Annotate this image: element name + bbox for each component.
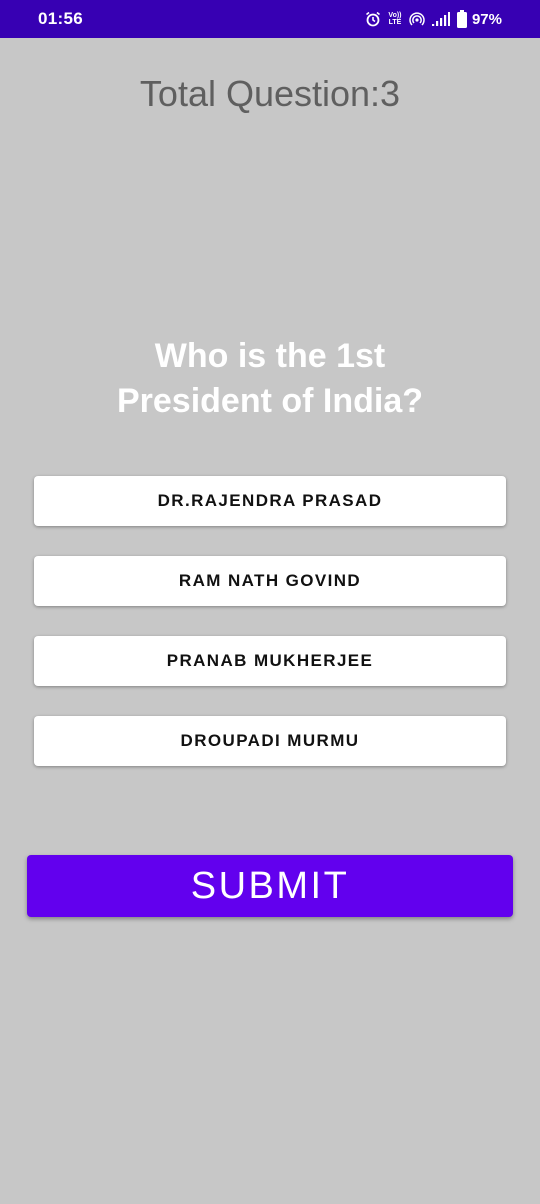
alarm-icon (365, 11, 381, 27)
total-question-label: Total Question:3 (139, 73, 401, 114)
question-line-2: President of India? (116, 382, 424, 420)
volte-bottom-label: LTE (388, 19, 402, 26)
option-label-1: DR.RAJENDRA PRASAD (157, 491, 383, 510)
option-button-3[interactable]: PRANAB MUKHERJEE (34, 636, 506, 686)
signal-icon (431, 12, 450, 26)
option-button-2[interactable]: RAM NATH GOVIND (34, 556, 506, 606)
submit-label: SUBMIT (190, 864, 350, 907)
question-text: Who is the 1st President of India? (70, 334, 470, 424)
option-label-3: PRANAB MUKHERJEE (166, 651, 374, 670)
submit-button[interactable]: SUBMIT (27, 855, 513, 917)
status-bar: 01:56 Vo)) LTE 97% (0, 0, 540, 38)
volte-top-label: Vo)) (388, 12, 402, 19)
question-line-1: Who is the 1st (154, 337, 386, 375)
option-label-2: RAM NATH GOVIND (178, 571, 362, 590)
battery-percent: 97% (471, 10, 502, 28)
option-label-4: DROUPADI MURMU (180, 731, 360, 750)
option-button-4[interactable]: DROUPADI MURMU (34, 716, 506, 766)
status-time: 01:56 (38, 9, 83, 28)
volte-icon: Vo)) LTE (388, 12, 402, 26)
option-button-1[interactable]: DR.RAJENDRA PRASAD (34, 476, 506, 526)
battery-icon (456, 10, 467, 28)
hotspot-icon (409, 11, 425, 27)
status-icons: Vo)) LTE 97% (365, 10, 502, 28)
